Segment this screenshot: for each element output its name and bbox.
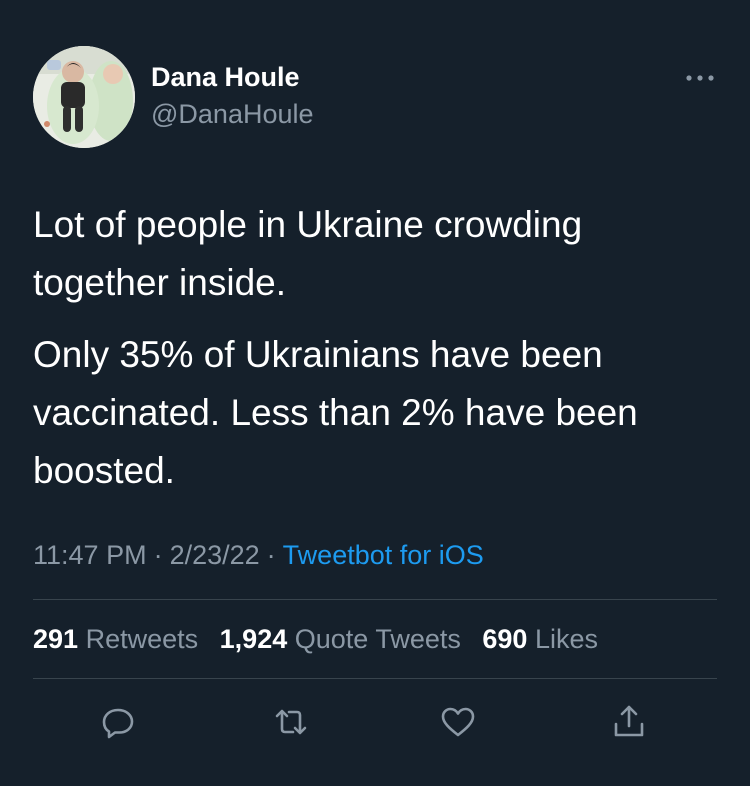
tweet-text: Lot of people in Ukraine crowding togeth… bbox=[33, 196, 723, 500]
tweet-time[interactable]: 11:47 PM bbox=[33, 540, 147, 570]
retweets-label: Retweets bbox=[85, 624, 199, 654]
tweet-date[interactable]: 2/23/22 bbox=[170, 540, 260, 570]
tweet-source-link[interactable]: Tweetbot for iOS bbox=[283, 540, 484, 570]
engagement-stats: 291 Retweets 1,924 Quote Tweets 690 Like… bbox=[33, 624, 612, 655]
meta-separator: · bbox=[153, 540, 163, 570]
quote-tweets-label: Quote Tweets bbox=[294, 624, 461, 654]
divider bbox=[33, 599, 717, 600]
likes-count: 690 bbox=[482, 624, 528, 654]
tweet-detail: Dana Houle @DanaHoule Lot of people in U… bbox=[0, 0, 750, 786]
quote-tweets-count: 1,924 bbox=[219, 624, 288, 654]
quote-tweets-stat[interactable]: 1,924 Quote Tweets bbox=[220, 624, 461, 654]
meta-separator: · bbox=[266, 540, 276, 570]
likes-stat[interactable]: 690 Likes bbox=[482, 624, 598, 654]
reply-icon[interactable] bbox=[98, 702, 138, 742]
more-icon[interactable] bbox=[680, 66, 720, 90]
display-name[interactable]: Dana Houle bbox=[151, 62, 300, 93]
avatar[interactable] bbox=[33, 46, 135, 148]
username-handle[interactable]: @DanaHoule bbox=[151, 99, 314, 130]
share-icon[interactable] bbox=[609, 702, 649, 742]
likes-label: Likes bbox=[534, 624, 598, 654]
retweet-icon[interactable] bbox=[271, 702, 311, 742]
heart-icon[interactable] bbox=[438, 702, 478, 742]
retweets-stat[interactable]: 291 Retweets bbox=[33, 624, 198, 654]
retweets-count: 291 bbox=[33, 624, 79, 654]
tweet-paragraph: Only 35% of Ukrainians have been vaccina… bbox=[33, 334, 638, 491]
tweet-metadata: 11:47 PM · 2/23/22 · Tweetbot for iOS bbox=[33, 540, 484, 571]
divider bbox=[33, 678, 717, 679]
avatar-photo-icon bbox=[33, 46, 135, 148]
tweet-paragraph: Lot of people in Ukraine crowding togeth… bbox=[33, 204, 583, 303]
